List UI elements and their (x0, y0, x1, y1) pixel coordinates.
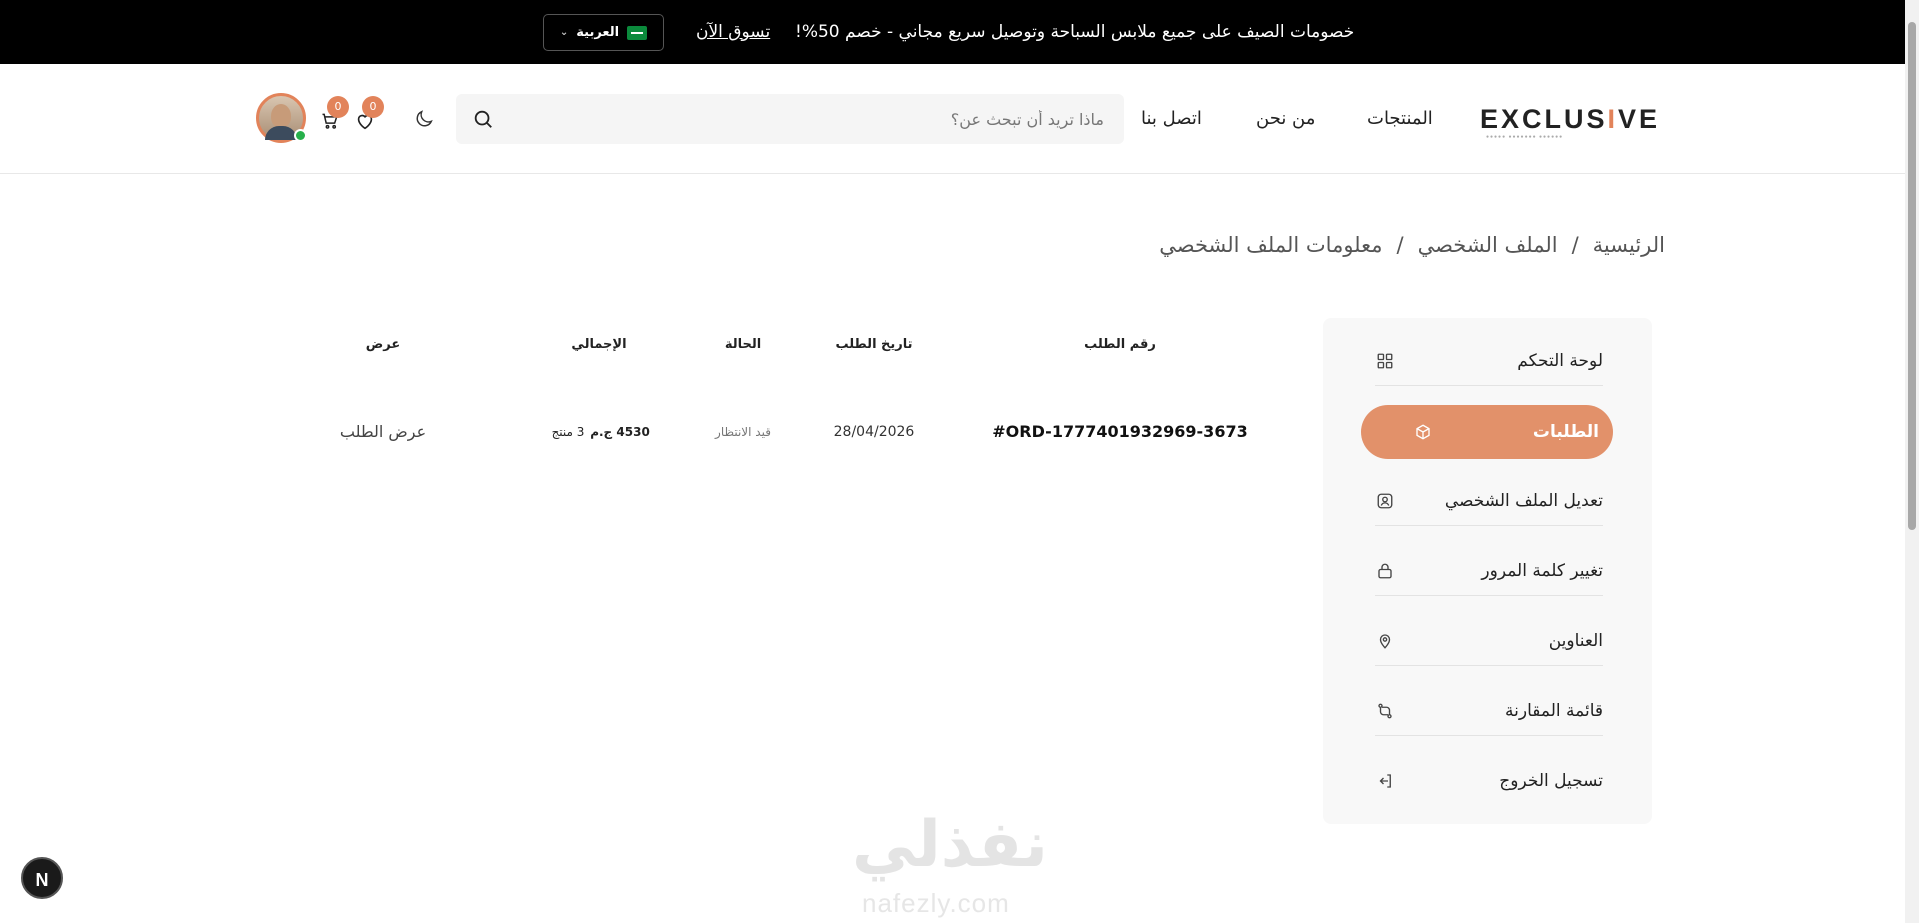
language-selector[interactable]: ⌄ العربية (543, 14, 664, 51)
order-number: #ORD-1777401932969-3673 (992, 422, 1248, 441)
user-square-icon (1375, 491, 1395, 511)
sidebar-item-label: تغيير كلمة المرور (1481, 560, 1603, 581)
avatar-face (271, 104, 291, 128)
breadcrumb-separator: / (1571, 233, 1579, 257)
sidebar-item-addresses[interactable]: العناوين (1375, 616, 1603, 666)
column-header-total: الإجمالي (571, 337, 627, 352)
saudi-flag-icon (627, 25, 648, 40)
sidebar-item-label: لوحة التحكم (1517, 350, 1603, 371)
sidebar-item-change-password[interactable]: تغيير كلمة المرور (1375, 546, 1603, 596)
box-icon (1413, 422, 1433, 442)
sidebar-item-label: تعديل الملف الشخصي (1444, 490, 1603, 511)
nav-products[interactable]: المنتجات (1367, 108, 1433, 129)
site-header: EXCLUSIVE ●●●●● ●●●●●●● ●●●●●● المنتجات م… (0, 64, 1905, 174)
sidebar-item-label: العناوين (1548, 630, 1603, 651)
search-icon[interactable] (472, 108, 494, 130)
dashboard-icon (1375, 351, 1395, 371)
sidebar-item-label: تسجيل الخروج (1499, 771, 1603, 791)
column-header-order-date: تاريخ الطلب (835, 337, 913, 352)
breadcrumb-separator: / (1396, 233, 1404, 257)
sidebar-item-dashboard[interactable]: لوحة التحكم (1375, 336, 1603, 386)
order-total: 4530 ج.م (590, 425, 650, 439)
logout-icon (1375, 771, 1395, 791)
nextjs-dev-indicator-button[interactable]: N (21, 857, 63, 899)
status-badge: قيد الانتظار (715, 425, 771, 439)
view-order-link[interactable]: عرض الطلب (323, 420, 443, 444)
sidebar-item-compare-list[interactable]: قائمة المقارنة (1375, 686, 1603, 736)
sidebar-item-logout[interactable]: تسجيل الخروج (1375, 756, 1603, 806)
column-header-order-number: رقم الطلب (1084, 337, 1156, 352)
location-pin-icon (1375, 631, 1395, 651)
search-bar (456, 94, 1124, 144)
nav-about[interactable]: من نحن (1256, 108, 1315, 129)
breadcrumb-profile[interactable]: الملف الشخصي (1418, 233, 1558, 257)
column-header-status: الحالة (724, 337, 762, 352)
search-input[interactable] (544, 94, 1104, 144)
cart-count-badge: 0 (327, 96, 349, 118)
nav-contact[interactable]: اتصل بنا (1141, 108, 1202, 129)
watermark-latin: nafezly.com (862, 888, 1010, 918)
sidebar-item-label: قائمة المقارنة (1505, 700, 1603, 721)
breadcrumb-current: معلومات الملف الشخصي (1159, 233, 1383, 257)
language-label: العربية (576, 25, 620, 40)
dark-mode-moon-icon[interactable] (413, 108, 435, 130)
order-date: 28/04/2026 (833, 424, 915, 440)
watermark-arabic: نفذلي (852, 808, 1048, 882)
sidebar-item-edit-profile[interactable]: تعديل الملف الشخصي (1375, 476, 1603, 526)
lock-icon (1375, 561, 1395, 581)
online-status-indicator (294, 129, 307, 142)
avatar-body (265, 126, 297, 140)
sidebar-item-orders[interactable]: الطلبات (1361, 405, 1613, 459)
order-item-count: 3 منتج (551, 425, 585, 439)
account-sidebar: لوحة التحكم الطلبات تعديل الملف الشخصي ت… (1323, 318, 1652, 824)
compare-icon (1375, 701, 1395, 721)
user-avatar[interactable] (256, 93, 307, 143)
site-logo[interactable]: EXCLUSIVE ●●●●● ●●●●●●● ●●●●●● (1480, 104, 1660, 140)
sidebar-item-label: الطلبات (1532, 422, 1599, 442)
shop-now-link[interactable]: تسوق الآن (696, 0, 770, 64)
announcement-message: خصومات الصيف على جميع ملابس السباحة وتوص… (795, 22, 1355, 42)
breadcrumb-home[interactable]: الرئيسية (1593, 233, 1665, 257)
breadcrumb: الرئيسية / الملف الشخصي / معلومات الملف … (1159, 233, 1665, 257)
chevron-down-icon: ⌄ (559, 27, 569, 38)
scrollbar-thumb[interactable] (1908, 22, 1916, 530)
announcement-bar: خصومات الصيف على جميع ملابس السباحة وتوص… (0, 0, 1905, 64)
column-header-view: عرض (365, 337, 401, 352)
wishlist-count-badge: 0 (362, 96, 384, 118)
